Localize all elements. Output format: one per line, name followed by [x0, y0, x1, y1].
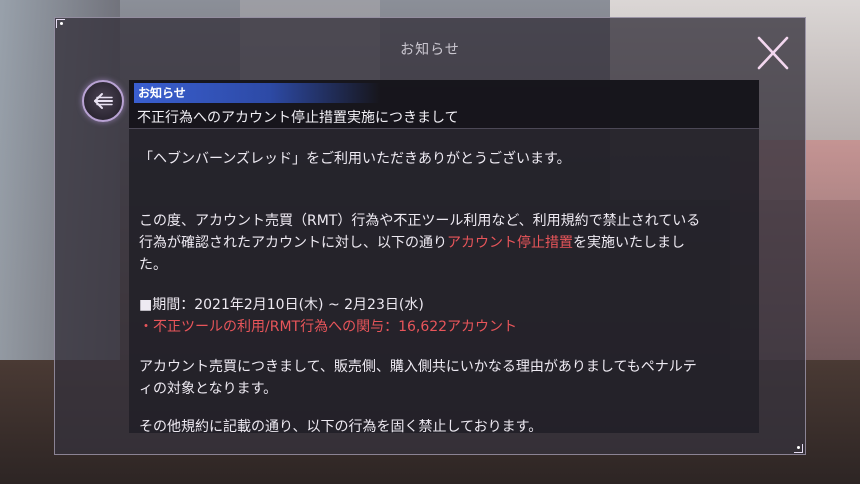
- notice-subject: 不正行為へのアカウント停止措置実施につきまして: [137, 110, 459, 126]
- notice-paragraph-line: その他規約に記載の通り、以下の行為を固く禁止しております。: [139, 419, 543, 433]
- notice-text: 行為が確認されたアカウントに対し、以下の通り: [139, 235, 447, 251]
- notice-paragraph-line: アカウント売買につきまして、販売側、購入側共にいかなる理由がありましてもペナルテ: [139, 359, 697, 375]
- notice-body: 「ヘブンバーンズレッド」をご利用いただきありがとうございます。 この度、アカウン…: [139, 148, 749, 433]
- notice-text: を実施いたしまし: [573, 235, 685, 251]
- notice-panel[interactable]: お知らせ 不正行為へのアカウント停止措置実施につきまして 「ヘブンバーンズレッド…: [129, 80, 759, 433]
- close-x-icon: [757, 36, 789, 70]
- notice-header: お知らせ 不正行為へのアカウント停止措置実施につきまして: [129, 80, 759, 129]
- close-button[interactable]: [753, 35, 793, 71]
- frame-dot: [797, 446, 800, 449]
- arrow-left-icon: [94, 93, 113, 109]
- notice-paragraph-line: 行為が確認されたアカウントに対し、以下の通りアカウント停止措置を実施いたしまし: [139, 232, 749, 254]
- frame-dot: [60, 22, 63, 25]
- notice-paragraph-line: この度、アカウント売買（RMT）行為や不正ツール利用など、利用規約で禁止されてい…: [139, 213, 701, 229]
- notice-paragraph-line: た。: [139, 257, 167, 273]
- notice-greeting: 「ヘブンバーンズレッド」をご利用いただきありがとうございます。: [139, 151, 571, 167]
- notice-count-line: ・不正ツールの利用/RMT行為への関与：16,622アカウント: [139, 319, 518, 335]
- notice-paragraph-line: ィの対象となります。: [139, 381, 278, 397]
- highlight-text: アカウント停止措置: [447, 235, 573, 251]
- back-button[interactable]: [82, 80, 124, 122]
- notice-period: ■期間：2021年2月10日(木) ~ 2月23日(水): [139, 297, 424, 313]
- notice-tag: お知らせ: [134, 83, 380, 103]
- window-title: お知らせ: [400, 42, 460, 58]
